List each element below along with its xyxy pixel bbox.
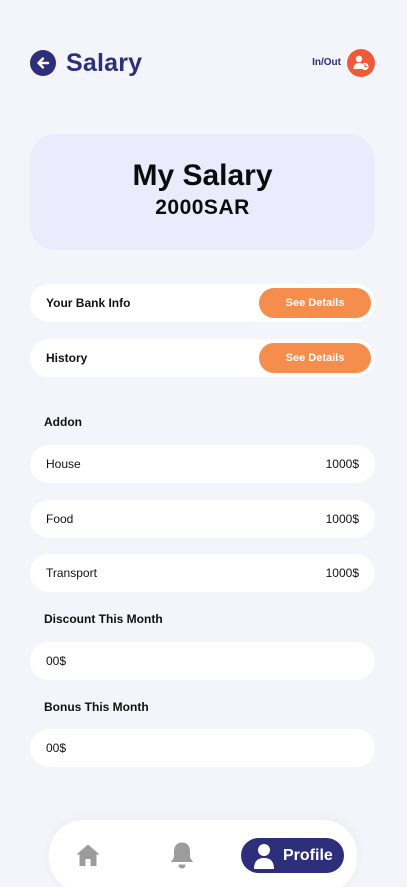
inout-label[interactable]: In/Out	[312, 57, 341, 68]
addon-house-value: 1000$	[325, 457, 359, 471]
salary-card: My Salary 2000SAR	[30, 134, 375, 250]
discount-value: 00$	[46, 654, 67, 668]
salary-title: My Salary	[132, 159, 273, 192]
home-icon	[76, 844, 100, 866]
salary-amount: 2000SAR	[155, 196, 250, 219]
addon-transport-label: Transport	[46, 566, 97, 580]
header: Salary In/Out	[30, 48, 375, 78]
addon-food-value: 1000$	[325, 512, 359, 526]
back-button[interactable]	[30, 50, 56, 76]
user-clock-icon	[353, 55, 369, 71]
addon-house-label: House	[46, 457, 81, 471]
bottom-nav: Profile	[49, 820, 357, 887]
addon-food-label: Food	[46, 512, 74, 526]
bonus-row: 00$	[30, 729, 375, 767]
bank-info-details-button[interactable]: See Details	[259, 288, 371, 318]
arrow-left-icon	[37, 57, 50, 69]
page-title: Salary	[66, 49, 143, 77]
discount-title: Discount This Month	[44, 612, 163, 626]
nav-home-button[interactable]	[75, 842, 101, 868]
history-label: History	[46, 351, 88, 365]
inout-button[interactable]	[347, 49, 375, 77]
bell-icon	[171, 842, 193, 869]
nav-notifications-button[interactable]	[169, 840, 195, 870]
nav-profile-label: Profile	[283, 846, 333, 864]
discount-row: 00$	[30, 642, 375, 680]
addon-title: Addon	[44, 415, 82, 429]
profile-icon	[254, 843, 274, 869]
history-details-button[interactable]: See Details	[259, 343, 371, 373]
nav-profile-button[interactable]: Profile	[241, 838, 344, 873]
addon-transport-value: 1000$	[325, 566, 359, 580]
bonus-value: 00$	[46, 741, 67, 755]
history-row: History See Details	[30, 339, 375, 377]
bank-info-row: Your Bank Info See Details	[30, 284, 375, 322]
bonus-title: Bonus This Month	[44, 700, 149, 714]
addon-transport-row: Transport 1000$	[30, 554, 375, 592]
addon-house-row: House 1000$	[30, 445, 375, 483]
addon-food-row: Food 1000$	[30, 500, 375, 538]
bank-info-label: Your Bank Info	[46, 296, 131, 310]
